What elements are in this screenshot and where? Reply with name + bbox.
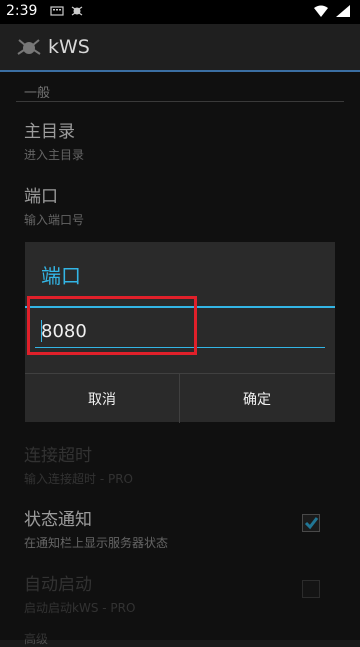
app-logo-icon (17, 39, 41, 55)
app-title: kWS (48, 36, 90, 58)
status-time: 2:39 (6, 3, 38, 19)
highlight-box (27, 296, 197, 355)
keyboard-icon (50, 6, 64, 16)
cancel-button[interactable]: 取消 (25, 374, 180, 423)
dialog-button-bar: 取消 确定 (25, 373, 335, 423)
status-bar: 2:39 (0, 0, 360, 24)
dialog-title: 端口 (41, 264, 81, 288)
ok-button[interactable]: 确定 (180, 374, 334, 423)
bug-icon (71, 6, 83, 16)
signal-icon (336, 5, 350, 17)
wifi-icon (314, 5, 328, 17)
action-bar: kWS (0, 24, 360, 72)
